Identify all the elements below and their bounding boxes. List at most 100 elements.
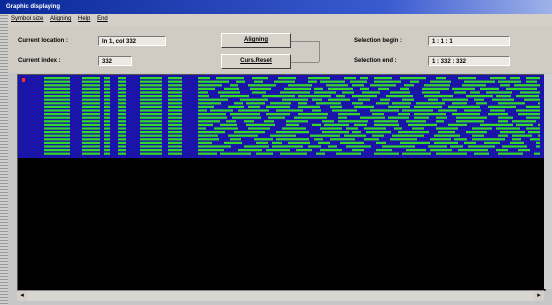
alignment-bar	[198, 91, 208, 94]
alignment-bar	[44, 84, 70, 87]
alignment-bar	[486, 91, 512, 94]
alignment-bar	[118, 141, 126, 144]
alignment-bar	[534, 152, 540, 155]
alignment-bar	[480, 87, 499, 90]
alignment-bar	[140, 134, 162, 137]
alignment-bar	[308, 80, 317, 83]
alignment-bar	[468, 145, 495, 148]
alignment-bar	[140, 145, 162, 148]
menu-help[interactable]: Help	[78, 16, 90, 22]
alignment-bar	[450, 145, 463, 148]
menu-end[interactable]: End	[97, 16, 108, 22]
alignment-bar	[140, 116, 162, 119]
alignment-bar	[530, 138, 540, 141]
alignment-bar	[44, 131, 70, 134]
alignment-bar	[436, 127, 458, 130]
alignment-bar	[518, 149, 530, 152]
alignment-bar	[322, 120, 334, 123]
selection-end-label: Selection end :	[354, 58, 397, 64]
left-edge-strip	[0, 0, 8, 305]
alignment-bar	[104, 123, 110, 126]
alignment-bar	[44, 95, 70, 98]
alignment-bar	[510, 77, 520, 80]
alignment-bar	[436, 120, 444, 123]
alignment-bar	[230, 84, 238, 87]
alignment-bar	[278, 77, 296, 80]
alignment-bar	[424, 95, 453, 98]
alignment-bar	[44, 134, 70, 137]
alignment-bar	[474, 98, 484, 101]
alignment-bar	[340, 141, 364, 144]
alignment-bar	[140, 138, 162, 141]
alignment-bar	[458, 77, 476, 80]
alignment-bar	[250, 87, 271, 90]
alignment-bar	[82, 138, 100, 141]
alignment-bar	[376, 141, 386, 144]
curs-reset-button[interactable]: Curs.Reset	[221, 54, 291, 69]
alignment-bar	[198, 127, 206, 130]
alignment-bar	[118, 131, 126, 134]
alignment-bar	[438, 109, 457, 112]
alignment-bar	[366, 131, 391, 134]
alignment-bar	[330, 105, 342, 108]
sequence-graphic	[18, 75, 545, 158]
alignment-bar	[490, 109, 505, 112]
alignment-bar	[336, 95, 345, 98]
alignment-bar	[44, 116, 70, 119]
alignment-bar	[510, 141, 524, 144]
alignment-bar	[104, 127, 110, 130]
alignment-bar	[458, 149, 488, 152]
alignment-bar	[198, 98, 228, 101]
horizontal-scrollbar[interactable]: ◂ ▸	[17, 290, 544, 301]
alignment-bar	[298, 95, 331, 98]
alignment-bar	[44, 152, 70, 155]
alignment-bar	[246, 102, 265, 105]
alignment-bar	[408, 123, 437, 126]
aligning-button[interactable]: Aligning	[221, 33, 291, 48]
alignment-bar	[104, 141, 110, 144]
scroll-left-icon[interactable]: ◂	[17, 291, 27, 301]
alignment-bar	[140, 77, 162, 80]
alignment-bar	[266, 113, 290, 116]
alignment-bar	[442, 98, 468, 101]
graphic-canvas[interactable]	[17, 74, 546, 291]
alignment-bar	[118, 134, 126, 137]
alignment-bar	[272, 141, 282, 144]
alignment-bar	[198, 87, 215, 90]
menu-aligning[interactable]: Aligning	[50, 16, 71, 22]
alignment-bar	[526, 77, 540, 80]
alignment-bar	[422, 87, 449, 90]
alignment-bar	[296, 149, 312, 152]
current-index-field: 332	[98, 56, 132, 66]
alignment-bar	[168, 123, 182, 126]
alignment-bar	[346, 127, 358, 130]
alignment-bar	[82, 80, 100, 83]
alignment-bar	[272, 145, 303, 148]
vertical-scrollbar[interactable]	[544, 74, 552, 289]
alignment-bar	[528, 131, 540, 134]
alignment-bar	[276, 131, 309, 134]
alignment-bar	[44, 120, 70, 123]
alignment-bar	[360, 116, 385, 119]
menu-symbol-size[interactable]: Symbol size	[11, 16, 43, 22]
alignment-bar	[430, 138, 451, 141]
alignment-bar	[320, 127, 342, 130]
alignment-bar	[220, 123, 237, 126]
alignment-bar	[314, 138, 323, 141]
alignment-bar	[248, 105, 260, 108]
alignment-bar	[244, 145, 269, 148]
alignment-bar	[236, 80, 245, 83]
alignment-bar	[44, 113, 70, 116]
alignment-bar	[140, 113, 162, 116]
alignment-bar	[82, 149, 100, 152]
alignment-bar	[484, 141, 500, 144]
alignment-bar	[320, 149, 342, 152]
alignment-bar	[286, 123, 299, 126]
alignment-bar	[118, 138, 126, 141]
alignment-bar	[284, 87, 311, 90]
connector-line	[319, 41, 320, 62]
scroll-right-icon[interactable]: ▸	[534, 291, 544, 301]
alignment-bar	[104, 77, 110, 80]
alignment-bar	[140, 84, 162, 87]
alignment-bar	[198, 131, 225, 134]
